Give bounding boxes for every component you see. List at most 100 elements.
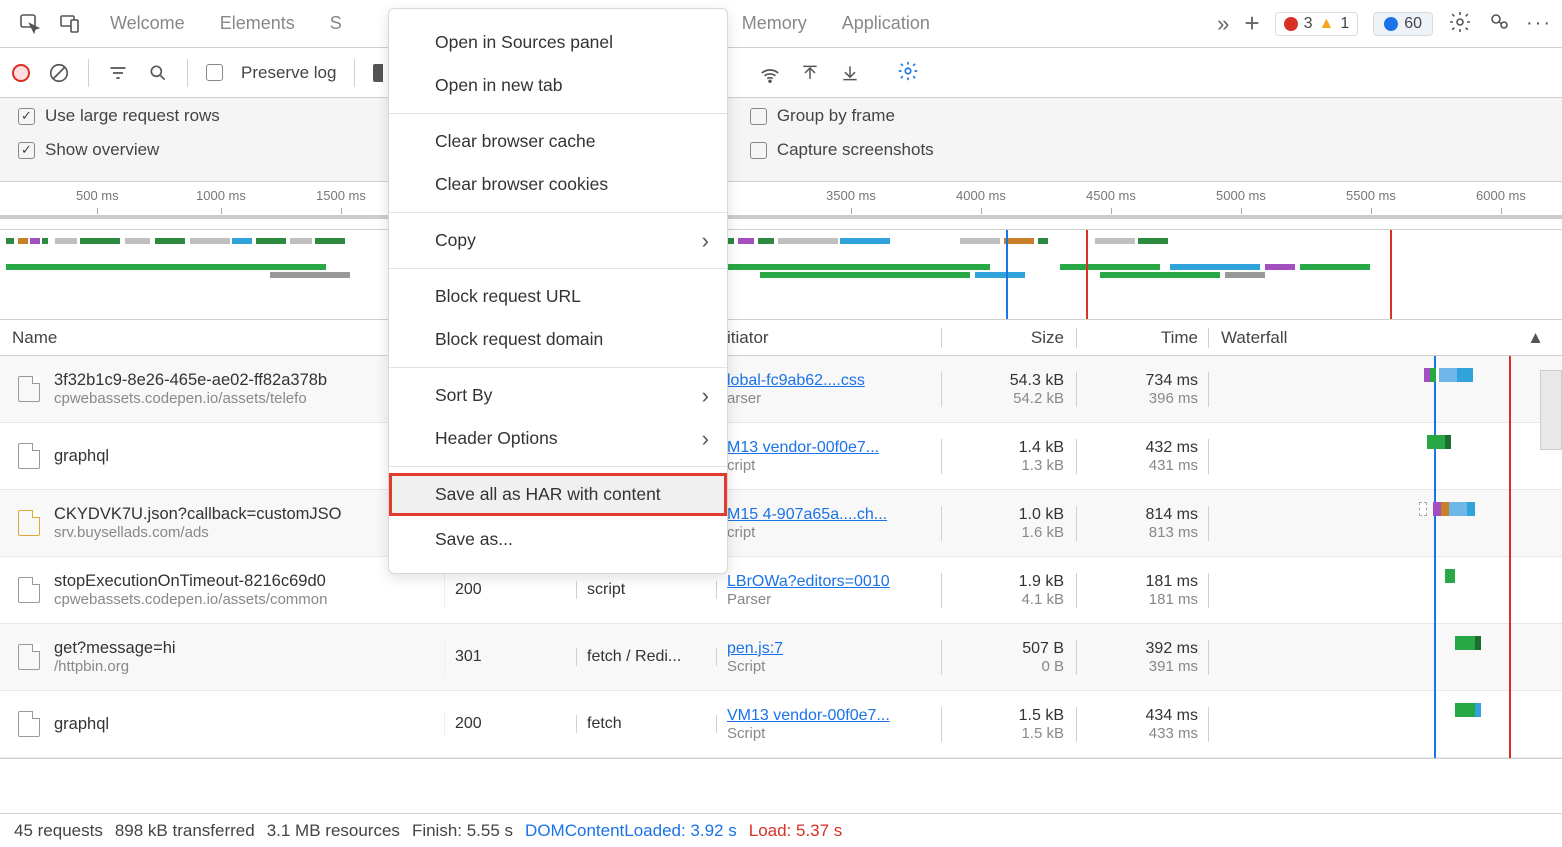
file-icon: [18, 711, 40, 737]
throttle-indicator[interactable]: [373, 64, 383, 82]
timeline-overview[interactable]: [0, 230, 1562, 320]
cell-size: 1.4 kB1.3 kB: [942, 439, 1077, 474]
ctx-sort-by[interactable]: Sort By: [389, 374, 727, 417]
request-name: graphql: [54, 715, 438, 734]
large-rows-checkbox[interactable]: [18, 108, 35, 125]
cell-time: 392 ms391 ms: [1077, 640, 1209, 675]
initiator-link[interactable]: LBrOWa?editors=0010: [727, 573, 941, 591]
feedback-icon[interactable]: [1487, 10, 1511, 37]
cell-time: 434 ms433 ms: [1077, 707, 1209, 742]
network-conditions-icon[interactable]: [759, 62, 781, 84]
cell-size: 54.3 kB54.2 kB: [942, 372, 1077, 407]
overview-label: Show overview: [45, 140, 159, 160]
filter-icon[interactable]: [107, 62, 129, 84]
tab-application[interactable]: Application: [842, 13, 930, 34]
cell-initiator: pen.js:7Script: [717, 640, 942, 675]
file-icon: [18, 376, 40, 402]
status-transferred: 898 kB transferred: [115, 821, 255, 841]
dcl-marker: [1006, 230, 1008, 319]
screenshots-checkbox[interactable]: [750, 142, 767, 159]
initiator-link[interactable]: M13 vendor-00f0e7...: [727, 439, 941, 457]
settings-gear-icon[interactable]: [1448, 10, 1472, 37]
status-bar: 45 requests 898 kB transferred 3.1 MB re…: [0, 813, 1562, 847]
initiator-link[interactable]: M15 4-907a65a....ch...: [727, 506, 941, 524]
cell-waterfall: [1209, 691, 1562, 758]
network-settings-gear-icon[interactable]: [897, 60, 919, 85]
tab-welcome[interactable]: Welcome: [110, 13, 185, 34]
plus-icon[interactable]: +: [1244, 8, 1259, 39]
tab-elements[interactable]: Elements: [220, 13, 295, 34]
ctx-separator: [389, 268, 727, 269]
more-tabs-icon[interactable]: »: [1217, 11, 1229, 37]
request-domain: cpwebassets.codepen.io/assets/telefo: [54, 390, 438, 407]
cell-time: 734 ms396 ms: [1077, 372, 1209, 407]
col-header-waterfall[interactable]: Waterfall▲: [1209, 328, 1562, 348]
initiator-link[interactable]: pen.js:7: [727, 640, 941, 658]
ctx-save-har[interactable]: Save all as HAR with content: [389, 473, 727, 516]
initiator-link[interactable]: VM13 vendor-00f0e7...: [727, 707, 941, 725]
more-menu-icon[interactable]: ···: [1526, 12, 1552, 35]
cell-size: 1.5 kB1.5 kB: [942, 707, 1077, 742]
warning-count: 1: [1340, 15, 1349, 33]
ctx-open-sources[interactable]: Open in Sources panel: [389, 21, 727, 64]
table-row[interactable]: stopExecutionOnTimeout-8216c69d0cpwebass…: [0, 557, 1562, 624]
request-name: stopExecutionOnTimeout-8216c69d0: [54, 572, 438, 591]
upload-icon[interactable]: [799, 62, 821, 84]
timeline-tick: 5000 ms: [1216, 188, 1266, 203]
search-icon[interactable]: [147, 62, 169, 84]
file-icon: [18, 644, 40, 670]
scrollbar[interactable]: [1540, 370, 1562, 450]
initiator-link[interactable]: lobal-fc9ab62....css: [727, 372, 941, 390]
cell-time: 432 ms431 ms: [1077, 439, 1209, 474]
sort-arrow-icon: ▲: [1527, 328, 1544, 348]
clear-icon[interactable]: [48, 62, 70, 84]
col-header-name[interactable]: Name: [0, 328, 445, 348]
cell-waterfall: [1209, 490, 1562, 557]
error-warning-badge[interactable]: 3 ▲ 1: [1275, 12, 1359, 36]
ctx-block-domain[interactable]: Block request domain: [389, 318, 727, 361]
record-button[interactable]: [12, 64, 30, 82]
cell-waterfall: [1209, 423, 1562, 490]
col-header-size[interactable]: Size: [942, 328, 1077, 348]
table-row[interactable]: get?message=hi/httpbin.org301fetch / Red…: [0, 624, 1562, 691]
divider: [88, 59, 89, 87]
table-row[interactable]: graphqlM13 vendor-00f0e7...cript1.4 kB1.…: [0, 423, 1562, 490]
timeline-tick: 5500 ms: [1346, 188, 1396, 203]
overview-checkbox[interactable]: [18, 142, 35, 159]
ctx-clear-cookies[interactable]: Clear browser cookies: [389, 163, 727, 206]
ctx-save-as[interactable]: Save as...: [389, 518, 727, 561]
issues-badge[interactable]: 60: [1373, 12, 1433, 36]
col-header-time[interactable]: Time: [1077, 328, 1209, 348]
timeline-ruler[interactable]: 500 ms 1000 ms 1500 ms 3500 ms 4000 ms 4…: [0, 182, 1562, 230]
large-rows-label: Use large request rows: [45, 106, 220, 126]
table-row[interactable]: CKYDVK7U.json?callback=customJSOsrv.buys…: [0, 490, 1562, 557]
cell-initiator: VM13 vendor-00f0e7...Script: [717, 707, 942, 742]
timeline-tick: 6000 ms: [1476, 188, 1526, 203]
download-icon[interactable]: [839, 62, 861, 84]
request-name: get?message=hi: [54, 639, 438, 658]
group-frame-checkbox[interactable]: [750, 108, 767, 125]
col-header-initiator[interactable]: itiator: [717, 328, 942, 348]
warning-triangle-icon: ▲: [1318, 15, 1334, 33]
ctx-block-url[interactable]: Block request URL: [389, 275, 727, 318]
timeline-tick: 1500 ms: [316, 188, 366, 203]
table-row[interactable]: 3f32b1c9-8e26-465e-ae02-ff82a378bcpwebas…: [0, 356, 1562, 423]
panel-tabs-right: Memory Application: [722, 13, 930, 34]
table-row[interactable]: graphql200fetchVM13 vendor-00f0e7...Scri…: [0, 691, 1562, 758]
screenshots-label: Capture screenshots: [777, 140, 934, 160]
inspect-element-icon[interactable]: [10, 4, 50, 44]
cell-waterfall: [1209, 624, 1562, 691]
ctx-copy[interactable]: Copy: [389, 219, 727, 262]
cell-size: 1.9 kB4.1 kB: [942, 573, 1077, 608]
issues-dot-icon: [1384, 17, 1398, 31]
preserve-log-checkbox[interactable]: [206, 64, 223, 81]
tab-memory[interactable]: Memory: [742, 13, 807, 34]
ctx-open-new-tab[interactable]: Open in new tab: [389, 64, 727, 107]
ctx-header-options[interactable]: Header Options: [389, 417, 727, 460]
ctx-separator: [389, 113, 727, 114]
tab-sources-cut[interactable]: S: [330, 13, 342, 34]
device-toggle-icon[interactable]: [50, 4, 90, 44]
timeline-tick: 4000 ms: [956, 188, 1006, 203]
ctx-clear-cache[interactable]: Clear browser cache: [389, 120, 727, 163]
table-header: Name itiator Size Time Waterfall▲: [0, 320, 1562, 356]
